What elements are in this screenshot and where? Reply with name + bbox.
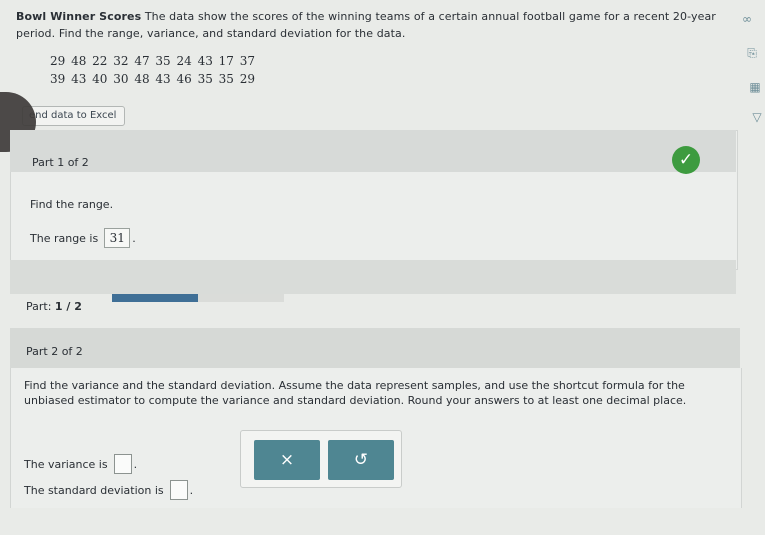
range-prefix: The range is: [30, 231, 99, 245]
data-row-2: 39 43 40 30 48 43 46 35 35 29: [50, 72, 256, 86]
progress-bar-fill: [112, 294, 198, 302]
document-icon[interactable]: ⎘: [745, 46, 759, 60]
part2-label: Part 2 of 2: [26, 345, 83, 358]
part1-prompt: Find the range.: [30, 198, 114, 211]
clear-button[interactable]: ×: [254, 440, 320, 480]
sd-input[interactable]: [169, 480, 188, 500]
progress-label-prefix: Part:: [26, 300, 55, 313]
pin-icon[interactable]: ▽: [750, 110, 764, 124]
sd-prefix: The standard deviation is: [24, 483, 164, 497]
progress-bar: [112, 294, 284, 302]
range-answer-box: 31: [104, 228, 131, 248]
sd-suffix: .: [189, 483, 194, 497]
sd-answer-line: The standard deviation is .: [24, 480, 193, 500]
part1-label: Part 1 of 2: [32, 156, 89, 169]
variance-answer-line: The variance is .: [24, 454, 137, 474]
send-to-excel-button[interactable]: end data to Excel: [22, 106, 126, 126]
progress-label-value: 1 / 2: [54, 300, 82, 313]
range-answer-line: The range is 31 .: [30, 228, 136, 248]
problem-statement: Bowl Winner Scores The data show the sco…: [16, 8, 716, 42]
undo-button[interactable]: ↺: [328, 440, 394, 480]
progress-label: Part: 1 / 2: [26, 300, 82, 313]
data-row-1: 29 48 22 32 47 35 24 43 17 37: [50, 54, 256, 68]
variance-suffix: .: [133, 457, 138, 471]
range-suffix: .: [132, 231, 136, 245]
data-set: 29 48 22 32 47 35 24 43 17 37 39 43 40 3…: [50, 52, 255, 88]
calculator-icon[interactable]: ▦: [748, 80, 762, 94]
part-divider-strip: [10, 260, 736, 294]
problem-text-1: The data show the scores of the winning …: [141, 10, 716, 23]
variance-input[interactable]: [113, 454, 132, 474]
problem-text-2: period. Find the range, variance, and st…: [16, 27, 406, 40]
variance-prefix: The variance is: [24, 457, 108, 471]
infinity-icon[interactable]: ∞: [740, 12, 754, 26]
part2-instructions: Find the variance and the standard devia…: [24, 379, 687, 407]
part1-header: [10, 130, 736, 172]
check-icon: ✓: [672, 146, 700, 174]
problem-title: Bowl Winner Scores: [16, 10, 142, 23]
part2-header: [10, 328, 740, 368]
